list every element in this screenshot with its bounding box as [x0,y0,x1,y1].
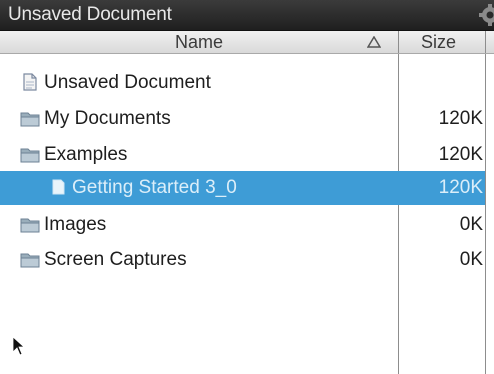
file-row[interactable]: Examples 120K [0,138,485,172]
gear-icon[interactable] [478,3,494,27]
file-name: Examples [44,144,128,165]
file-name: Unsaved Document [44,72,211,93]
file-name: Images [44,214,107,235]
file-size: 0K [459,214,483,235]
file-name: Getting Started 3_0 [72,177,237,198]
document-icon [48,178,68,196]
file-name: My Documents [44,108,171,129]
file-row[interactable]: Getting Started 3_0 120K [0,171,485,205]
document-icon [20,73,40,91]
column-header: Name Size [0,31,494,54]
name-column-label: Name [174,32,223,52]
folder-icon [20,109,40,127]
folder-icon [20,145,40,163]
file-row[interactable]: Unsaved Document [0,66,485,100]
mouse-pointer-icon [12,336,24,356]
window-title: Unsaved Document [8,4,172,25]
file-size: 120K [438,108,483,129]
file-size: 120K [438,144,483,165]
size-column-label: Size [421,32,457,52]
title-bar: Unsaved Document [0,0,494,31]
file-name: Screen Captures [44,249,187,270]
file-row[interactable]: Screen Captures 0K [0,243,485,277]
size-column-header[interactable]: Size [399,31,486,53]
name-column-header[interactable]: Name [0,31,399,53]
file-size: 120K [438,177,483,198]
folder-icon [20,215,40,233]
sort-ascending-icon [367,36,381,48]
file-row[interactable]: Images 0K [0,208,485,242]
file-list: Unsaved Document My Documents 120K Examples… [0,54,494,374]
file-browser-window: Unsaved Document Name Size Unsaved Docum… [0,0,494,374]
folder-icon [20,250,40,268]
file-row[interactable]: My Documents 120K [0,102,485,136]
file-size: 0K [459,249,483,270]
